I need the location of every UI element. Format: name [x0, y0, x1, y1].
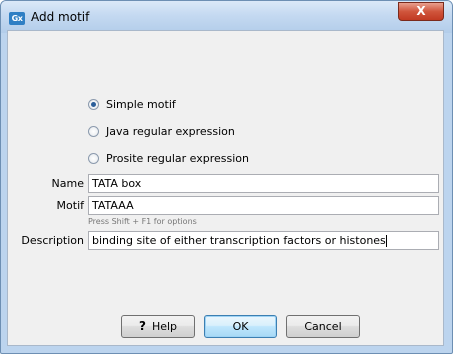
radio-button[interactable] [88, 126, 99, 137]
ok-label: OK [232, 320, 249, 333]
name-label: Name [51, 177, 84, 190]
close-icon: X [416, 4, 426, 18]
motif-value: TATAAA [92, 199, 134, 212]
help-button[interactable]: ? Help [121, 315, 195, 338]
motif-field[interactable]: TATAAA [88, 196, 439, 215]
app-icon: Gx [9, 12, 25, 25]
radio-prosite-regex[interactable]: Prosite regular expression [88, 152, 249, 165]
name-field[interactable]: TATA box [88, 174, 439, 193]
close-button[interactable]: X [398, 2, 444, 21]
description-field[interactable]: binding site of either transcription fac… [88, 231, 439, 250]
radio-label: Prosite regular expression [106, 152, 249, 165]
radio-java-regex[interactable]: Java regular expression [88, 125, 235, 138]
text-caret [385, 235, 387, 247]
ok-button[interactable]: OK [204, 315, 277, 338]
dialog-title: Add motif [31, 10, 90, 24]
radio-label: Java regular expression [106, 125, 235, 138]
description-label: Description [21, 234, 84, 247]
radio-simple-motif[interactable]: Simple motif [88, 98, 176, 111]
radio-button[interactable] [88, 99, 99, 110]
radio-label: Simple motif [106, 98, 176, 111]
help-icon: ? [138, 319, 146, 333]
description-value: binding site of either transcription fac… [92, 234, 386, 247]
cancel-label: Cancel [304, 320, 342, 333]
help-label: Help [151, 320, 178, 333]
radio-button[interactable] [88, 153, 99, 164]
motif-hint: Press Shift + F1 for options [88, 217, 197, 226]
cancel-button[interactable]: Cancel [286, 315, 360, 338]
motif-label: Motif [56, 199, 84, 212]
title-bar[interactable]: Gx Add motif X [1, 1, 452, 33]
name-value: TATA box [92, 177, 142, 190]
